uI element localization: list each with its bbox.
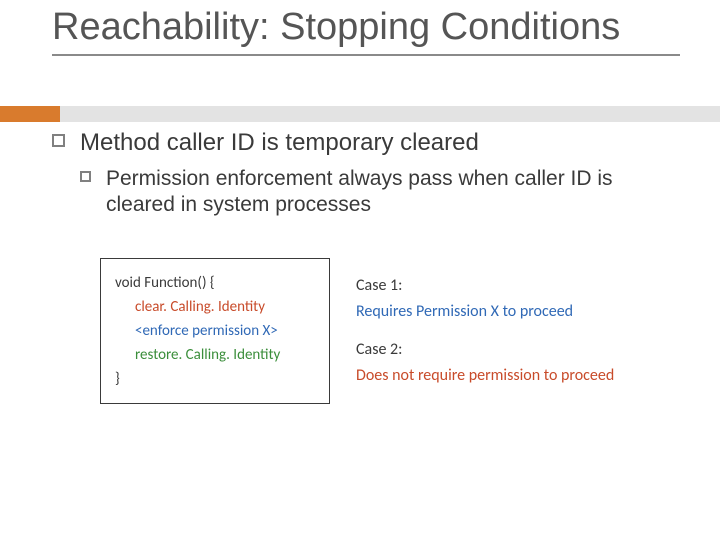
bullet-level2: Permission enforcement always pass when … bbox=[52, 166, 680, 219]
body-content: Method caller ID is temporary cleared Pe… bbox=[52, 128, 680, 219]
code-line-signature: void Function() { bbox=[115, 271, 309, 295]
code-box: void Function() { clear. Calling. Identi… bbox=[100, 258, 330, 404]
bullet-level1-text: Method caller ID is temporary cleared bbox=[80, 129, 479, 156]
code-line-enforce: <enforce permission X> bbox=[115, 319, 309, 343]
divider-bar bbox=[60, 106, 720, 122]
figure-row: void Function() { clear. Calling. Identi… bbox=[100, 258, 660, 404]
bullet-level2-text: Permission enforcement always pass when … bbox=[106, 167, 613, 216]
cases-box: Case 1: Requires Permission X to proceed… bbox=[356, 258, 614, 404]
code-line-close: } bbox=[115, 367, 309, 391]
slide-title: Reachability: Stopping Conditions bbox=[52, 6, 680, 56]
slide: Reachability: Stopping Conditions Method… bbox=[0, 0, 720, 540]
case2-label: Case 2: bbox=[356, 338, 614, 362]
case1-note: Requires Permission X to proceed bbox=[356, 300, 614, 324]
code-line-clear: clear. Calling. Identity bbox=[115, 295, 309, 319]
square-bullet-icon bbox=[52, 134, 65, 147]
case1-label: Case 1: bbox=[356, 274, 614, 298]
case2-note: Does not require permission to proceed bbox=[356, 364, 614, 388]
square-bullet-icon bbox=[80, 171, 91, 182]
accent-bar bbox=[0, 106, 60, 122]
spacer bbox=[356, 326, 614, 336]
code-line-restore: restore. Calling. Identity bbox=[115, 343, 309, 367]
bullet-level1: Method caller ID is temporary cleared bbox=[52, 128, 680, 158]
